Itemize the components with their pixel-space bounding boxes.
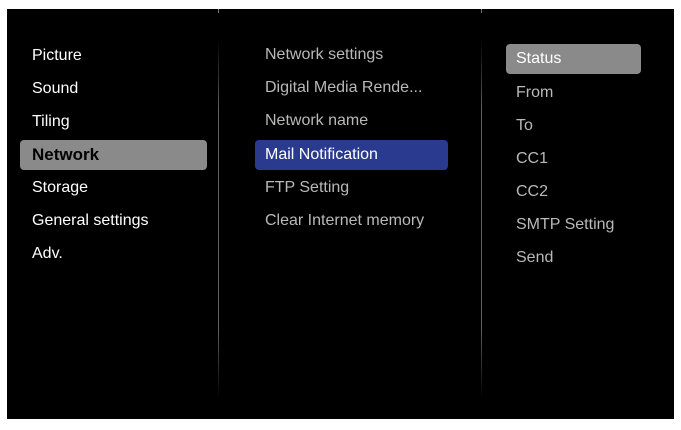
option-item-smtp-setting[interactable]: SMTP Setting (506, 210, 641, 240)
main-menu-item-network[interactable]: Network (20, 140, 207, 170)
option-item-cc2[interactable]: CC2 (506, 177, 641, 207)
main-menu-item-adv[interactable]: Adv. (20, 239, 207, 269)
main-menu-item-tiling[interactable]: Tiling (20, 107, 207, 137)
option-item-cc1[interactable]: CC1 (506, 144, 641, 174)
main-menu-item-sound[interactable]: Sound (20, 74, 207, 104)
main-menu-column: Picture Sound Tiling Network Storage Gen… (7, 9, 217, 419)
submenu-item-ftp-setting[interactable]: FTP Setting (255, 173, 448, 203)
option-item-send[interactable]: Send (506, 243, 641, 273)
column-divider (218, 39, 219, 399)
option-item-from[interactable]: From (506, 78, 641, 108)
top-tick-left (218, 9, 219, 13)
submenu-item-network-settings[interactable]: Network settings (255, 40, 448, 70)
option-item-status[interactable]: Status (506, 44, 641, 74)
submenu-item-clear-internet-memory[interactable]: Clear Internet memory (255, 206, 448, 236)
main-menu-item-storage[interactable]: Storage (20, 173, 207, 203)
submenu-item-network-name[interactable]: Network name (255, 106, 448, 136)
main-menu-item-general-settings[interactable]: General settings (20, 206, 207, 236)
submenu-item-digital-media-renderer[interactable]: Digital Media Rende... (255, 73, 448, 103)
network-submenu-column: Network settings Digital Media Rende... … (220, 9, 480, 419)
option-item-to[interactable]: To (506, 111, 641, 141)
osd-menu-screen: Picture Sound Tiling Network Storage Gen… (7, 9, 674, 419)
submenu-item-mail-notification[interactable]: Mail Notification (255, 140, 448, 170)
main-menu-item-picture[interactable]: Picture (20, 41, 207, 71)
mail-notification-options-column: Status From To CC1 CC2 SMTP Setting Send (482, 9, 674, 419)
